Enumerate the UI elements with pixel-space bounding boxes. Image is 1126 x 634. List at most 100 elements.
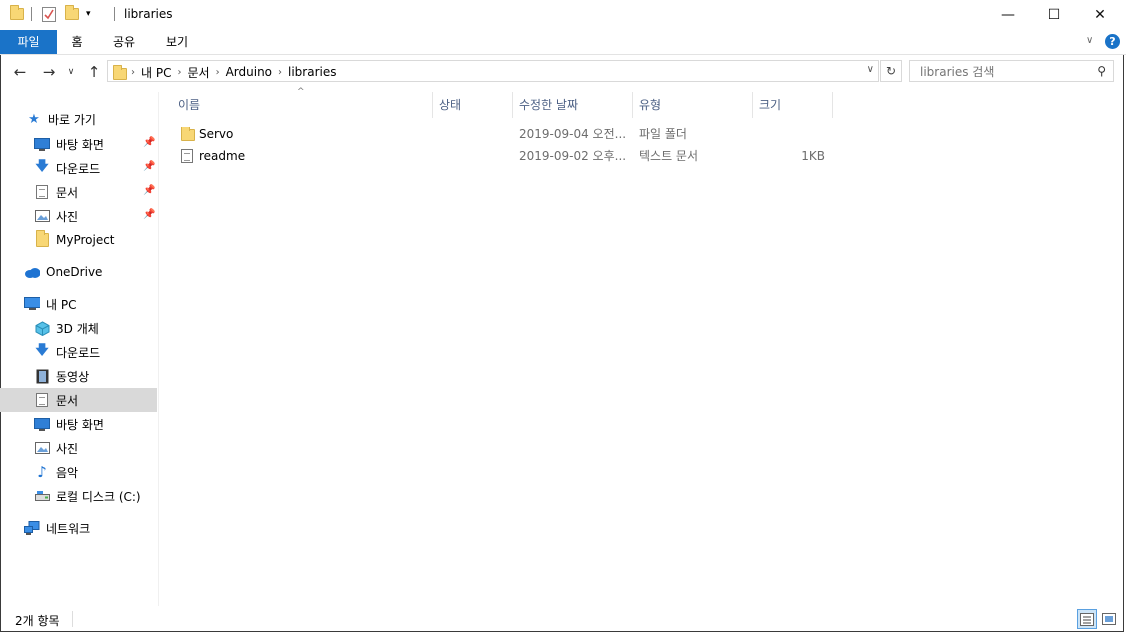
pin-icon[interactable]: 📌: [143, 137, 155, 148]
nav-quick-downloads[interactable]: 🡇 다운로드: [34, 156, 100, 180]
nav-pc-downloads[interactable]: 🡇 다운로드: [34, 340, 100, 364]
address-dropdown-icon[interactable]: ∨: [867, 64, 874, 75]
details-view-button[interactable]: [1077, 609, 1097, 629]
nav-pc-local-disk[interactable]: 로컬 디스크 (C:): [34, 484, 141, 508]
forward-button[interactable]: →: [39, 63, 59, 81]
search-input[interactable]: [918, 63, 1092, 81]
tab-share[interactable]: 공유: [104, 30, 144, 54]
nav-quick-myproject[interactable]: MyProject: [34, 228, 115, 252]
breadcrumb-documents[interactable]: 문서: [181, 64, 215, 81]
nav-label: OneDrive: [46, 265, 103, 279]
column-header-status[interactable]: 상태: [433, 92, 513, 118]
tab-file[interactable]: 파일: [0, 30, 57, 54]
file-row-servo[interactable]: Servo 2019-09-04 오전... 파일 폴더: [172, 123, 832, 145]
back-button[interactable]: ←: [10, 63, 30, 81]
nav-network[interactable]: 네트워크: [24, 516, 90, 540]
nav-pc-music[interactable]: ♪ 음악: [34, 460, 78, 484]
desktop-icon: [34, 416, 50, 432]
close-button[interactable]: ✕: [1077, 0, 1123, 30]
nav-label: 3D 개체: [56, 321, 99, 336]
breadcrumb-this-pc[interactable]: 내 PC: [135, 64, 177, 81]
title-bar: ▾ libraries — ☐ ✕: [0, 0, 1126, 30]
address-bar[interactable]: › 내 PC › 문서 › Arduino › libraries ∨: [107, 60, 879, 82]
nav-pc-videos[interactable]: 동영상: [34, 364, 89, 388]
tab-view[interactable]: 보기: [157, 30, 197, 54]
title-separator: [31, 7, 32, 21]
file-row-readme[interactable]: readme 2019-09-02 오후... 텍스트 문서 1KB: [172, 145, 832, 167]
pin-icon[interactable]: 📌: [143, 161, 155, 172]
nav-label: 다운로드: [56, 345, 101, 360]
nav-pc-desktop[interactable]: 바탕 화면: [34, 412, 104, 436]
nav-label: MyProject: [56, 233, 115, 247]
drive-icon: [34, 488, 50, 504]
text-file-icon: [181, 148, 193, 164]
folder-icon: [34, 230, 50, 248]
nav-pc-documents[interactable]: 문서: [0, 388, 157, 412]
ribbon-expand-icon[interactable]: ∨: [1086, 35, 1093, 46]
column-header-type[interactable]: 유형: [633, 92, 753, 118]
document-icon: [34, 184, 50, 200]
nav-label: 바로 가기: [48, 112, 96, 127]
nav-quick-documents[interactable]: 문서: [34, 180, 78, 204]
file-name: Servo: [199, 127, 234, 141]
file-size: 1KB: [801, 149, 825, 163]
folder-icon: [181, 127, 195, 141]
nav-label: 내 PC: [46, 297, 77, 312]
nav-quick-access[interactable]: ★ 바로 가기: [26, 107, 96, 131]
file-modified: 2019-09-04 오전...: [519, 127, 627, 141]
search-icon: ⚲: [1097, 64, 1106, 78]
up-button[interactable]: ↑: [84, 63, 104, 81]
breadcrumb-arduino[interactable]: Arduino: [220, 65, 278, 79]
nav-pc-3d-objects[interactable]: 3D 개체: [34, 316, 99, 340]
properties-icon[interactable]: [42, 7, 56, 22]
customize-toolbar-icon[interactable]: ▾: [86, 9, 91, 19]
sort-ascending-icon: ^: [297, 87, 305, 97]
pin-icon[interactable]: 📌: [143, 209, 155, 220]
recent-locations-icon[interactable]: ∨: [64, 63, 78, 81]
network-icon: [24, 520, 40, 536]
nav-label: 문서: [56, 185, 79, 200]
computer-icon: [24, 296, 40, 312]
status-bar: 2개 항목: [0, 607, 1124, 632]
nav-label: 로컬 디스크 (C:): [56, 489, 141, 504]
column-header-modified[interactable]: 수정한 날짜: [513, 92, 633, 118]
item-count: 2개 항목: [15, 614, 60, 628]
file-modified: 2019-09-02 오후...: [519, 149, 627, 163]
nav-quick-pictures[interactable]: 사진: [34, 204, 78, 228]
title-separator-2: [114, 7, 115, 21]
minimize-button[interactable]: —: [985, 0, 1031, 30]
ribbon-tabs: 파일 홈 공유 보기 ∨ ?: [0, 30, 1126, 55]
nav-quick-desktop[interactable]: 바탕 화면: [34, 132, 104, 156]
search-box[interactable]: ⚲: [909, 60, 1114, 82]
nav-this-pc[interactable]: 내 PC: [24, 292, 76, 316]
nav-label: 바탕 화면: [56, 417, 104, 432]
star-icon: ★: [28, 111, 40, 127]
nav-label: 동영상: [56, 369, 90, 384]
window-title: libraries: [124, 7, 173, 21]
pictures-icon: [34, 440, 50, 456]
location-folder-icon: [113, 65, 127, 80]
download-icon: 🡇: [35, 159, 49, 174]
breadcrumb-libraries[interactable]: libraries: [282, 65, 342, 79]
document-icon: [34, 392, 50, 408]
maximize-button[interactable]: ☐: [1031, 0, 1077, 30]
video-icon: [34, 368, 50, 384]
nav-label: 사진: [56, 441, 79, 456]
tab-home[interactable]: 홈: [60, 30, 94, 54]
file-size: [753, 123, 825, 145]
status-separator: [72, 611, 73, 627]
details-view-icon: [1080, 612, 1094, 626]
nav-label: 다운로드: [56, 161, 101, 176]
new-folder-icon[interactable]: [65, 5, 79, 20]
file-type: 텍스트 문서: [639, 149, 699, 163]
help-icon[interactable]: ?: [1105, 34, 1120, 49]
refresh-button[interactable]: ↻: [880, 60, 902, 82]
nav-pc-pictures[interactable]: 사진: [34, 436, 78, 460]
column-header-size[interactable]: 크기: [753, 92, 833, 118]
large-icons-view-button[interactable]: [1099, 609, 1119, 629]
nav-label: 문서: [56, 393, 79, 408]
app-folder-icon: [10, 5, 24, 20]
nav-onedrive[interactable]: OneDrive: [24, 260, 102, 284]
pin-icon[interactable]: 📌: [143, 185, 155, 196]
music-icon: ♪: [37, 463, 47, 481]
